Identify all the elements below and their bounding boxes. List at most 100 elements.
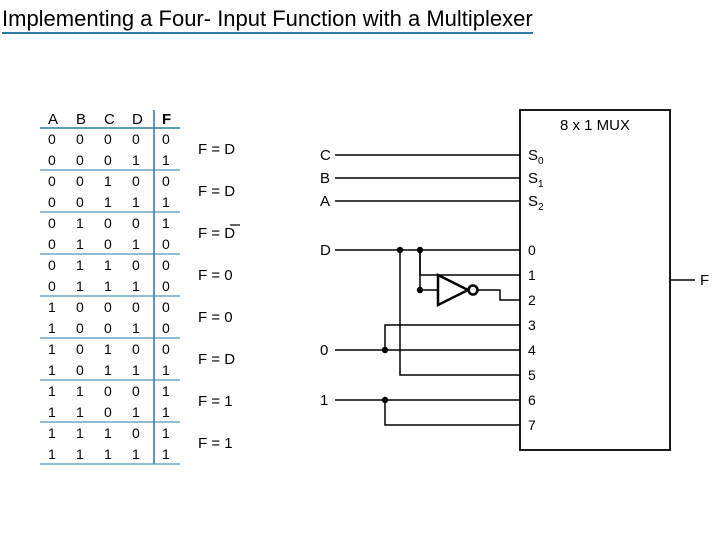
th-A: A: [48, 111, 58, 128]
table-cell: 1: [132, 278, 140, 294]
table-cell: 0: [76, 341, 84, 357]
table-cell: 1: [48, 341, 56, 357]
table-cell: 1: [162, 362, 170, 378]
table-cell: 1: [162, 446, 170, 462]
table-cell: 1: [162, 425, 170, 441]
mux-select-sub: 2: [538, 202, 544, 213]
mux-data-label: 4: [528, 342, 536, 358]
table-cell: 0: [104, 383, 112, 399]
truth-table: A B C D F 0 0 0 0 0 0 0 0 1 1 0 0 1 0 0 0 0 1 1 1 0 1 0 0 1 0 1 0 1 0…: [40, 110, 290, 480]
table-cell: 0: [76, 152, 84, 168]
table-cell: 1: [132, 446, 140, 462]
table-cell: 1: [162, 215, 170, 231]
table-cell: 1: [48, 404, 56, 420]
th-B: B: [76, 111, 86, 128]
table-cell: 1: [104, 446, 112, 462]
table-cell: 1: [104, 278, 112, 294]
table-cell: 0: [162, 299, 170, 315]
table-cell: 1: [76, 383, 84, 399]
table-cell: 0: [104, 320, 112, 336]
mux-data-label: 7: [528, 417, 536, 433]
mux-data-label: 3: [528, 317, 536, 333]
page-title: Implementing a Four- Input Function with…: [2, 6, 533, 34]
table-cell: 1: [76, 425, 84, 441]
mux-data-label: 2: [528, 292, 536, 308]
table-cell: 0: [132, 215, 140, 231]
table-cell: 1: [76, 257, 84, 273]
table-cell: 0: [76, 320, 84, 336]
table-cell: 1: [104, 194, 112, 210]
table-cell: 0: [132, 173, 140, 189]
table-cell: 1: [104, 362, 112, 378]
input-one: 1: [320, 392, 328, 409]
table-cell: 1: [132, 404, 140, 420]
table-cell: 1: [48, 320, 56, 336]
mux-select-label: S: [528, 170, 538, 187]
group-label: F = 1: [198, 393, 233, 410]
table-cell: 1: [76, 446, 84, 462]
table-cell: 1: [48, 299, 56, 315]
mux-select-sub: 1: [538, 179, 544, 190]
table-cell: 0: [48, 278, 56, 294]
th-F: F: [162, 111, 171, 128]
table-cell: 1: [48, 446, 56, 462]
select-signal: B: [320, 170, 330, 187]
table-cell: 0: [132, 299, 140, 315]
table-cell: 0: [162, 131, 170, 147]
table-cell: 0: [132, 257, 140, 273]
group-label: F = 0: [198, 267, 233, 284]
table-cell: 1: [48, 425, 56, 441]
table-cell: 1: [162, 383, 170, 399]
table-cell: 0: [76, 173, 84, 189]
table-cell: 1: [104, 341, 112, 357]
table-cell: 1: [76, 278, 84, 294]
table-cell: 0: [76, 194, 84, 210]
table-cell: 1: [48, 383, 56, 399]
group-label: F = D: [198, 141, 235, 158]
select-signal: C: [320, 147, 331, 164]
mux-data-label: 5: [528, 367, 536, 383]
table-cell: 1: [162, 194, 170, 210]
mux-label: 8 x 1 MUX: [560, 117, 630, 134]
group-label: F = D: [198, 351, 235, 368]
table-cell: 0: [162, 173, 170, 189]
mux-data-label: 6: [528, 392, 536, 408]
table-cell: 1: [76, 404, 84, 420]
table-cell: 0: [104, 404, 112, 420]
table-cell: 0: [48, 236, 56, 252]
table-cell: 1: [48, 362, 56, 378]
table-cell: 1: [132, 362, 140, 378]
table-cell: 1: [76, 236, 84, 252]
table-cell: 1: [104, 425, 112, 441]
mux-select-label: S: [528, 193, 538, 210]
table-cell: 0: [48, 131, 56, 147]
th-D: D: [132, 111, 143, 128]
table-cell: 0: [76, 131, 84, 147]
table-cell: 0: [162, 320, 170, 336]
table-cell: 0: [104, 215, 112, 231]
select-signal: A: [320, 193, 330, 210]
mux-data-label: 1: [528, 267, 536, 283]
table-cell: 0: [104, 299, 112, 315]
table-cell: 1: [132, 152, 140, 168]
table-cell: 0: [48, 194, 56, 210]
group-label: F = 0: [198, 309, 233, 326]
table-cell: 0: [162, 236, 170, 252]
mux-diagram: 8 x 1 MUX F CS0BS1AS2 01234567 D01: [300, 100, 710, 470]
table-cell: 0: [104, 131, 112, 147]
group-label: F = D: [198, 183, 235, 200]
table-cell: 1: [76, 215, 84, 231]
table-cell: 0: [48, 215, 56, 231]
table-cell: 0: [76, 362, 84, 378]
not-gate-icon: [438, 275, 478, 305]
table-cell: 0: [76, 299, 84, 315]
table-cell: 0: [132, 341, 140, 357]
mux-select-sub: 0: [538, 156, 544, 167]
table-cell: 0: [162, 341, 170, 357]
table-cell: 1: [132, 320, 140, 336]
table-cell: 0: [104, 236, 112, 252]
th-C: C: [104, 111, 115, 128]
table-cell: 1: [162, 152, 170, 168]
table-cell: 0: [162, 278, 170, 294]
table-cell: 1: [132, 236, 140, 252]
